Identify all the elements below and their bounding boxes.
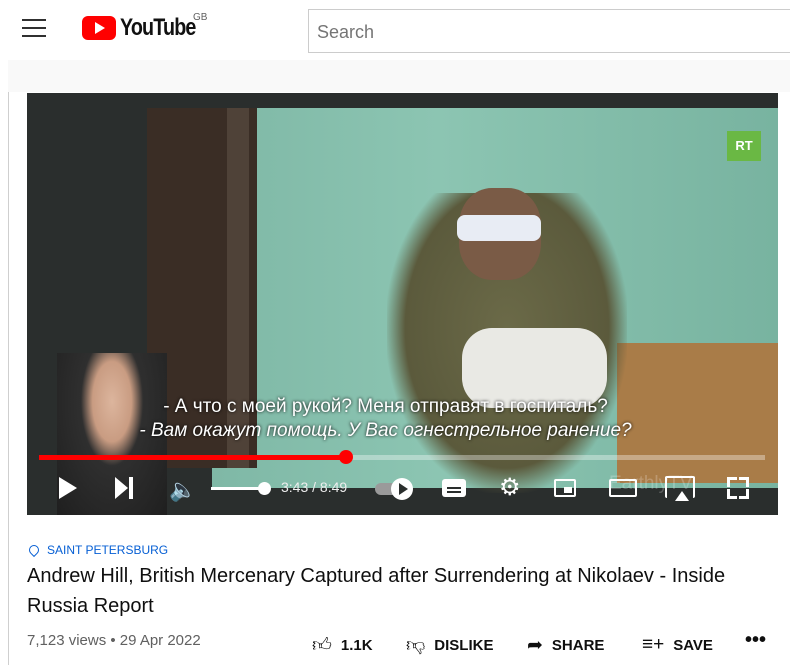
- location-pin-icon: [26, 542, 42, 558]
- search-input[interactable]: Search: [308, 9, 790, 53]
- theater-mode-icon[interactable]: [609, 479, 637, 497]
- thumb-down-icon: 👎︎: [406, 634, 426, 656]
- subtitles-icon[interactable]: [442, 479, 466, 497]
- progress-fill: [39, 455, 347, 460]
- settings-gear-icon[interactable]: ⚙: [499, 475, 521, 505]
- next-icon[interactable]: [115, 477, 133, 499]
- progress-scrubber[interactable]: [339, 450, 354, 464]
- dislike-button[interactable]: 👎︎ DISLIKE: [406, 633, 493, 657]
- youtube-play-icon: [82, 16, 116, 40]
- save-label: SAVE: [673, 636, 713, 654]
- play-icon[interactable]: [59, 477, 77, 499]
- thumb-up-icon: 👍︎: [312, 634, 332, 656]
- spacer-band: [8, 60, 790, 92]
- volume-icon[interactable]: 🔈: [169, 477, 196, 507]
- share-button[interactable]: ➦ SHARE: [527, 633, 604, 657]
- logo-text: YouTube: [120, 14, 196, 41]
- playlist-add-icon: ≡+: [642, 634, 665, 655]
- video-player[interactable]: RT - А что с моей рукой? Меня отправят в…: [27, 93, 778, 515]
- video-frame-bandage: [457, 215, 541, 241]
- rt-channel-badge: RT: [727, 131, 761, 161]
- location-label: SAINT PETERSBURG: [47, 543, 169, 557]
- save-button[interactable]: ≡+ SAVE: [642, 633, 713, 657]
- player-controls: 🔈 3:43 / 8:49 ⚙: [27, 471, 778, 507]
- like-count: 1.1K: [340, 636, 373, 654]
- subtitle-line-2: - Вам окажут помощь. У Вас огнестрельное…: [139, 420, 632, 441]
- airplay-icon[interactable]: [665, 476, 695, 501]
- progress-bar[interactable]: [39, 450, 765, 464]
- views-date: 7,123 views • 29 Apr 2022: [27, 632, 201, 649]
- region-code: GB: [193, 12, 208, 23]
- dislike-label: DISLIKE: [434, 636, 494, 654]
- share-label: SHARE: [551, 636, 605, 654]
- autoplay-toggle[interactable]: [375, 478, 413, 500]
- video-title: Andrew Hill, British Mercenary Captured …: [27, 565, 726, 617]
- more-actions-button[interactable]: •••: [745, 628, 766, 652]
- fullscreen-icon[interactable]: [727, 477, 749, 499]
- location-link[interactable]: SAINT PETERSBURG: [26, 542, 169, 558]
- subtitle-line-1: - А что с моей рукой? Меня отправят в го…: [163, 396, 608, 417]
- hamburger-menu-icon[interactable]: [22, 19, 46, 37]
- like-button[interactable]: 👍︎ 1.1K: [312, 633, 373, 657]
- miniplayer-icon[interactable]: [554, 479, 576, 497]
- share-icon: ➦: [527, 634, 543, 656]
- volume-knob[interactable]: [258, 482, 271, 495]
- volume-slider[interactable]: [211, 487, 261, 490]
- time-display: 3:43 / 8:49: [281, 479, 348, 495]
